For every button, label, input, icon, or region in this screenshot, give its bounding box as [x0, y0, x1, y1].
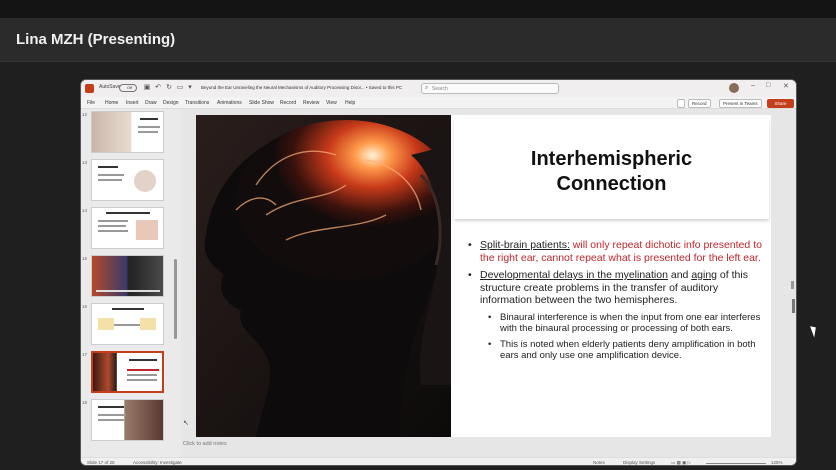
accessibility-status[interactable]: Accessibility: Investigate	[133, 460, 182, 465]
menu-record[interactable]: Record	[280, 100, 296, 106]
thumbnail-slide-15[interactable]: 15	[81, 255, 181, 299]
zoom-level[interactable]: 125%	[771, 460, 783, 465]
thumbnail-number: 13	[82, 160, 88, 165]
window-top-strip	[0, 0, 836, 18]
title-bar: AutoSave Off ▣ ↶ ↻ ▭ ▾ Beyond the Ear Un…	[81, 80, 796, 97]
menu-view[interactable]: View	[326, 100, 337, 106]
thumbnail-number: 15	[82, 256, 88, 261]
aging-text: aging	[691, 269, 718, 281]
thumbnail-image	[91, 303, 164, 345]
minimize-icon[interactable]: –	[751, 82, 755, 89]
thumbnail-image	[91, 399, 164, 441]
sub-bullet-elderly-patients: This is noted when elderly patients deny…	[488, 339, 768, 362]
comments-icon[interactable]	[677, 99, 685, 108]
presenter-name: Lina MZH (Presenting)	[16, 31, 176, 48]
save-icon[interactable]: ▣	[143, 83, 151, 92]
menu-home[interactable]: Home	[105, 100, 118, 106]
close-icon[interactable]: ✕	[783, 82, 789, 90]
slide-title-line-2: Connection	[556, 173, 667, 195]
thumbnail-number: 12	[82, 112, 88, 117]
myelination-text: Developmental delays in the myelination	[480, 269, 668, 281]
thumbnail-image	[91, 111, 164, 153]
share-button[interactable]: Share	[767, 99, 794, 108]
split-brain-heading: Split-brain patients:	[480, 239, 570, 251]
redo-icon[interactable]: ↻	[165, 83, 173, 92]
thumbnails-scrollbar[interactable]	[174, 259, 177, 339]
presenter-bar: Lina MZH (Presenting)	[0, 18, 836, 62]
thumbnail-number: 16	[82, 304, 88, 309]
shared-powerpoint-window: AutoSave Off ▣ ↶ ↻ ▭ ▾ Beyond the Ear Un…	[80, 79, 797, 466]
mouse-cursor-icon	[810, 324, 819, 338]
search-icon: ⌕	[425, 85, 429, 91]
notes-button[interactable]: Notes	[593, 460, 605, 465]
thumbnail-slide-14[interactable]: 14	[81, 207, 181, 251]
slide-title-box[interactable]: Interhemispheric Connection	[454, 119, 769, 219]
display-settings-button[interactable]: Display Settings	[623, 460, 655, 465]
slide-editor-area: Interhemispheric Connection Split-brain …	[181, 109, 796, 457]
menu-draw[interactable]: Draw	[145, 100, 157, 106]
bullet-developmental-delays: Developmental delays in the myelination …	[468, 269, 768, 307]
user-avatar[interactable]	[729, 83, 739, 93]
menu-file[interactable]: File	[87, 100, 95, 106]
present-in-teams-button[interactable]: Present in Teams	[719, 99, 762, 108]
thumbnail-slide-13[interactable]: 13	[81, 159, 181, 203]
current-slide[interactable]: Interhemispheric Connection Split-brain …	[196, 115, 771, 437]
menu-design[interactable]: Design	[163, 100, 179, 106]
zoom-slider[interactable]	[706, 463, 766, 464]
prev-slide-icon[interactable]: ↖	[183, 419, 189, 427]
thumbnail-number: 17	[82, 352, 88, 357]
search-input[interactable]: ⌕ Search	[421, 83, 559, 94]
slide-count: Slide 17 of 20	[87, 460, 115, 465]
menu-review[interactable]: Review	[303, 100, 319, 106]
thumbnail-image	[91, 207, 164, 249]
thumbnail-image-active	[91, 351, 164, 393]
powerpoint-app-icon	[85, 84, 94, 93]
maximize-icon[interactable]: □	[766, 82, 770, 89]
autosave-label: AutoSave	[99, 84, 121, 90]
thumbnail-slide-17[interactable]: 17	[81, 351, 181, 395]
slideshow-icon[interactable]: ▭	[176, 83, 184, 92]
meeting-scrollbar[interactable]	[791, 281, 794, 289]
brain-head-image	[196, 115, 451, 437]
thumbnail-number: 14	[82, 208, 88, 213]
menu-transitions[interactable]: Transitions	[185, 100, 209, 106]
bullet2-connector: and	[667, 269, 692, 281]
sub-bullet-binaural-interference: Binaural interference is when the input …	[488, 312, 768, 335]
autosave-toggle[interactable]: Off	[119, 84, 137, 92]
menu-insert[interactable]: Insert	[126, 100, 139, 106]
menu-help[interactable]: Help	[345, 100, 355, 106]
notes-placeholder[interactable]: Click to add notes	[183, 441, 227, 447]
thumbnail-number: 18	[82, 400, 88, 405]
ribbon-menu: File Home Insert Draw Design Transitions…	[81, 97, 796, 109]
slide-thumbnails-pane: 12 13 14 15 16 17 18	[81, 109, 181, 457]
document-title: Beyond the Ear Unraveling the Neural Mec…	[201, 85, 403, 90]
thumbnail-image	[91, 159, 164, 201]
customize-dropdown-icon[interactable]: ▾	[186, 83, 194, 92]
normal-view-icon[interactable]: ▭ ▦ ▣ ▷	[671, 460, 691, 465]
thumbnail-slide-16[interactable]: 16	[81, 303, 181, 347]
slide-body[interactable]: Split-brain patients: will only repeat d…	[468, 239, 768, 366]
slide-title: Interhemispheric Connection	[454, 147, 769, 197]
thumbnail-slide-12[interactable]: 12	[81, 111, 181, 155]
bullet-split-brain: Split-brain patients: will only repeat d…	[468, 239, 768, 264]
slide-scrollbar[interactable]	[792, 299, 795, 313]
thumbnail-slide-18[interactable]: 18	[81, 399, 181, 443]
menu-animations[interactable]: Animations	[217, 100, 242, 106]
status-bar: Slide 17 of 20 Accessibility: Investigat…	[81, 457, 796, 465]
slide-title-line-1: Interhemispheric	[530, 148, 693, 170]
record-button[interactable]: Record	[688, 99, 711, 108]
menu-slide-show[interactable]: Slide Show	[249, 100, 274, 106]
search-placeholder: Search	[432, 86, 448, 92]
thumbnail-image	[91, 255, 164, 297]
undo-icon[interactable]: ↶	[154, 83, 162, 92]
